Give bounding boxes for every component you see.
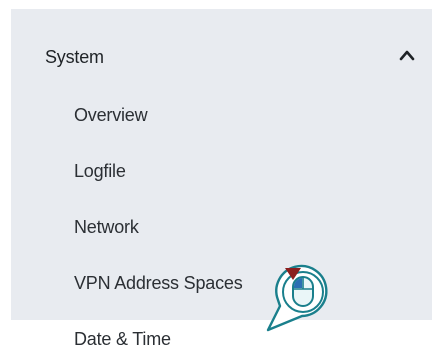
sidebar-item-overview[interactable]: Overview	[11, 90, 432, 146]
sidebar-item-vpn-address-spaces[interactable]: VPN Address Spaces	[11, 258, 432, 314]
sidebar-item-label: VPN Address Spaces	[74, 273, 243, 293]
page: System Overview Logfile Network VPN Addr…	[0, 0, 432, 356]
sidebar-item-network[interactable]: Network	[11, 202, 432, 258]
chevron-up-icon[interactable]	[399, 49, 415, 61]
sidebar-item-logfile[interactable]: Logfile	[11, 146, 432, 202]
sidebar-item-label: Date & Time	[74, 329, 171, 349]
sidebar-item-date-time[interactable]: Date & Time	[11, 314, 432, 356]
section-title: System	[45, 47, 104, 67]
sidebar-item-label: Network	[74, 217, 139, 237]
mouse-click-icon	[266, 264, 328, 332]
sidebar-item-label: Overview	[74, 105, 148, 125]
sidebar-item-label: Logfile	[74, 161, 126, 181]
